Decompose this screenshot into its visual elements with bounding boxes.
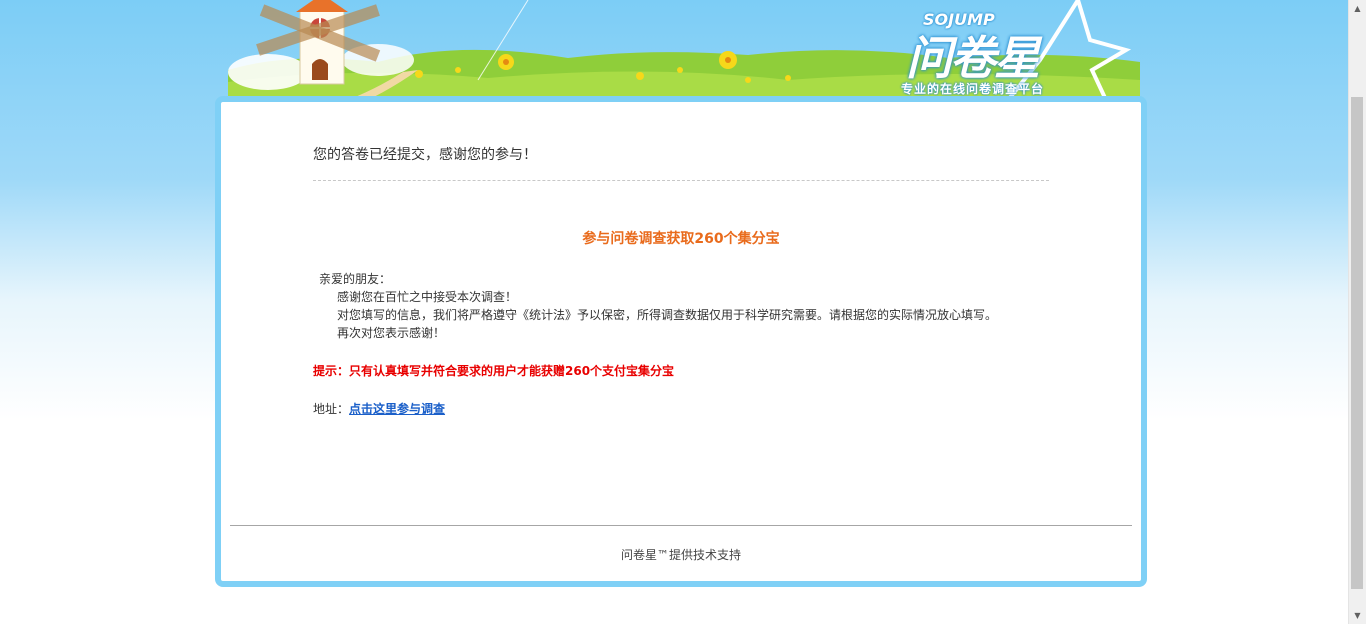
scrollbar-thumb[interactable]	[1351, 97, 1363, 589]
tip-text: 提示：只有认真填写并符合要求的用户才能获赠260个支付宝集分宝	[313, 364, 675, 378]
letter-greeting: 亲爱的朋友：	[319, 272, 392, 286]
invitation-letter: 亲爱的朋友： 感谢您在百忙之中接受本次调查！ 对您填写的信息，我们将严格遵守《统…	[319, 270, 997, 342]
triangle-down-icon: ▼	[1354, 611, 1361, 620]
letter-line: 对您填写的信息，我们将严格遵守《统计法》予以保密，所得调查数据仅用于科学研究需要…	[337, 308, 998, 322]
result-card: 您的答卷已经提交，感谢您的参与！ 参与问卷调查获取260个集分宝 亲爱的朋友： …	[215, 96, 1147, 587]
submitted-message: 您的答卷已经提交，感谢您的参与！	[313, 147, 537, 163]
scroll-up-button[interactable]: ▲	[1349, 0, 1366, 17]
footer-divider	[230, 525, 1132, 526]
dashed-divider	[313, 180, 1049, 181]
promo-title: 参与问卷调查获取260个集分宝	[582, 231, 780, 247]
address-label: 地址：	[313, 402, 350, 416]
footer-credit: 问卷星™提供技术支持	[620, 548, 741, 562]
vertical-scrollbar[interactable]: ▲ ▼	[1348, 0, 1366, 624]
logo-text-cn: 问卷星	[906, 31, 1040, 85]
triangle-up-icon: ▲	[1354, 4, 1361, 13]
header-banner: SOJUMP 问卷星 专业的在线问卷调查平台	[228, 0, 1140, 100]
logo-tagline: 专业的在线问卷调查平台	[901, 82, 1045, 96]
letter-line: 再次对您表示感谢！	[337, 326, 446, 340]
survey-link[interactable]: 点击这里参与调查	[349, 402, 445, 416]
scroll-down-button[interactable]: ▼	[1349, 607, 1366, 624]
address-row: 地址：点击这里参与调查	[313, 400, 445, 417]
letter-line: 感谢您在百忙之中接受本次调查！	[337, 290, 518, 304]
